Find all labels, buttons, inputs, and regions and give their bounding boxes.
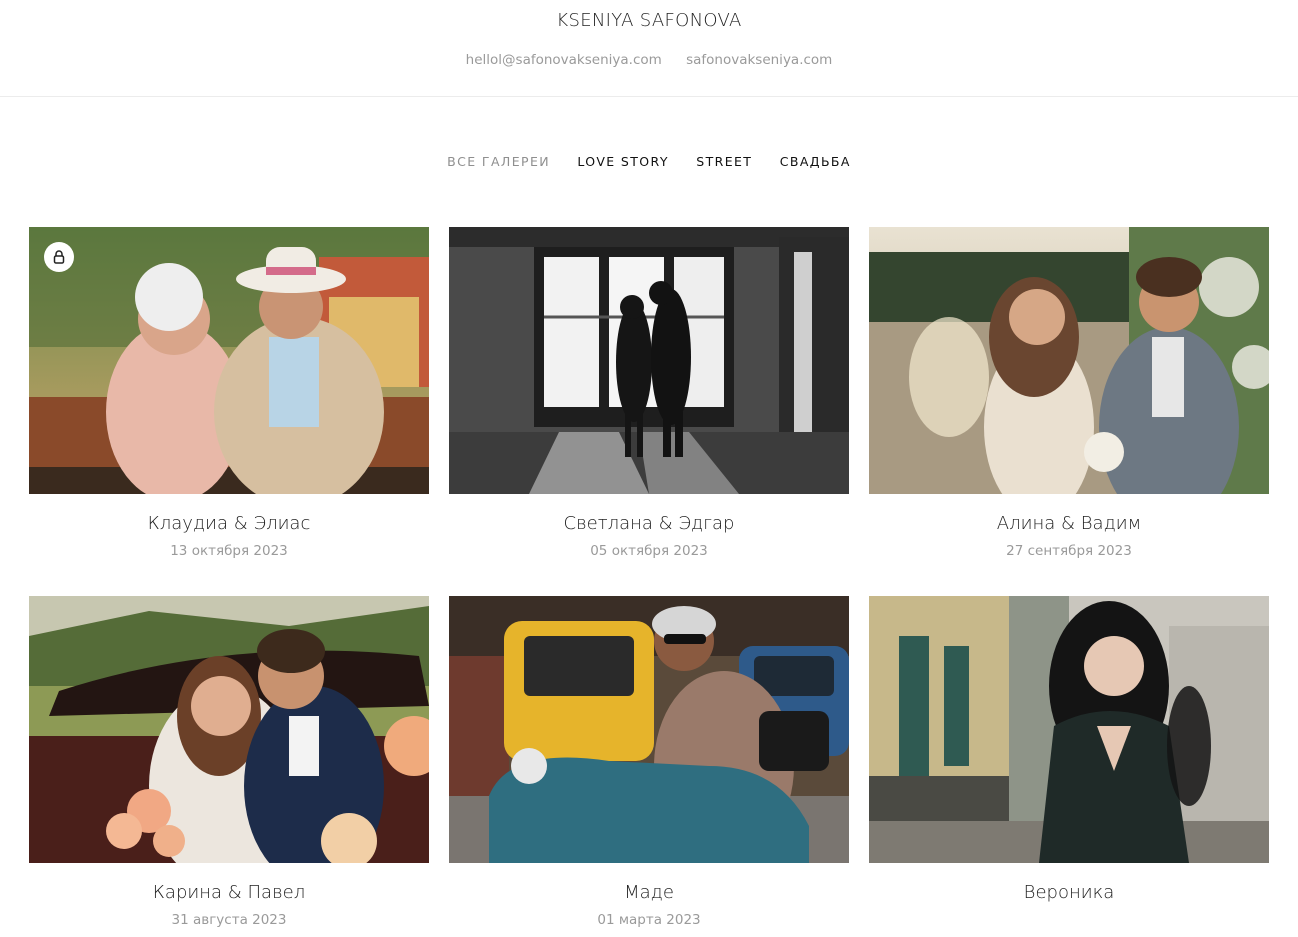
gallery-date: 31 августа 2023 xyxy=(171,912,287,928)
gallery-cover-image[interactable] xyxy=(869,227,1269,494)
filter-wedding[interactable]: СВАДЬБА xyxy=(780,154,851,169)
gallery-title[interactable]: Светлана & Эдгар xyxy=(449,513,849,534)
gallery-card[interactable]: Карина & Павел 31 августа 2023 xyxy=(29,596,429,928)
lock-badge xyxy=(44,242,74,272)
filter-street[interactable]: STREET xyxy=(696,154,752,169)
gallery-date: 05 октября 2023 xyxy=(590,543,708,559)
lock-icon xyxy=(53,250,65,264)
email-link[interactable]: hellol@safonovakseniya.com xyxy=(466,52,662,68)
gallery-title[interactable]: Алина & Вадим xyxy=(869,513,1269,534)
gallery-title[interactable]: Карина & Павел xyxy=(29,882,429,903)
brand-title[interactable]: KSENIYA SAFONOVA xyxy=(0,10,1298,31)
gallery-cover-image[interactable] xyxy=(29,596,429,863)
gallery-title[interactable]: Маде xyxy=(449,882,849,903)
gallery-card[interactable]: Алина & Вадим 27 сентября 2023 xyxy=(869,227,1269,559)
gallery-date: 27 сентября 2023 xyxy=(1006,543,1132,559)
gallery-date: 13 октября 2023 xyxy=(170,543,288,559)
gallery-card[interactable]: Маде 01 марта 2023 xyxy=(449,596,849,928)
gallery-card[interactable]: Клаудиа & Элиас 13 октября 2023 xyxy=(29,227,429,559)
gallery-filter-nav: ВСЕ ГАЛЕРЕИ LOVE STORY STREET СВАДЬБА xyxy=(0,154,1298,169)
gallery-cover-image[interactable] xyxy=(29,227,429,494)
site-header: KSENIYA SAFONOVA hellol@safonovakseniya.… xyxy=(0,0,1298,97)
gallery-cover-image[interactable] xyxy=(449,227,849,494)
gallery-title[interactable]: Вероника xyxy=(869,882,1269,903)
gallery-cover-image[interactable] xyxy=(869,596,1269,863)
website-link[interactable]: safonovakseniya.com xyxy=(686,52,832,68)
contact-links: hellol@safonovakseniya.com safonovakseni… xyxy=(0,52,1298,68)
gallery-card[interactable]: Вероника xyxy=(869,596,1269,912)
filter-all-galleries[interactable]: ВСЕ ГАЛЕРЕИ xyxy=(447,154,550,169)
gallery-cover-image[interactable] xyxy=(449,596,849,863)
gallery-card[interactable]: Светлана & Эдгар 05 октября 2023 xyxy=(449,227,849,559)
filter-love-story[interactable]: LOVE STORY xyxy=(577,154,669,169)
gallery-title[interactable]: Клаудиа & Элиас xyxy=(29,513,429,534)
gallery-date: 01 марта 2023 xyxy=(597,912,701,928)
